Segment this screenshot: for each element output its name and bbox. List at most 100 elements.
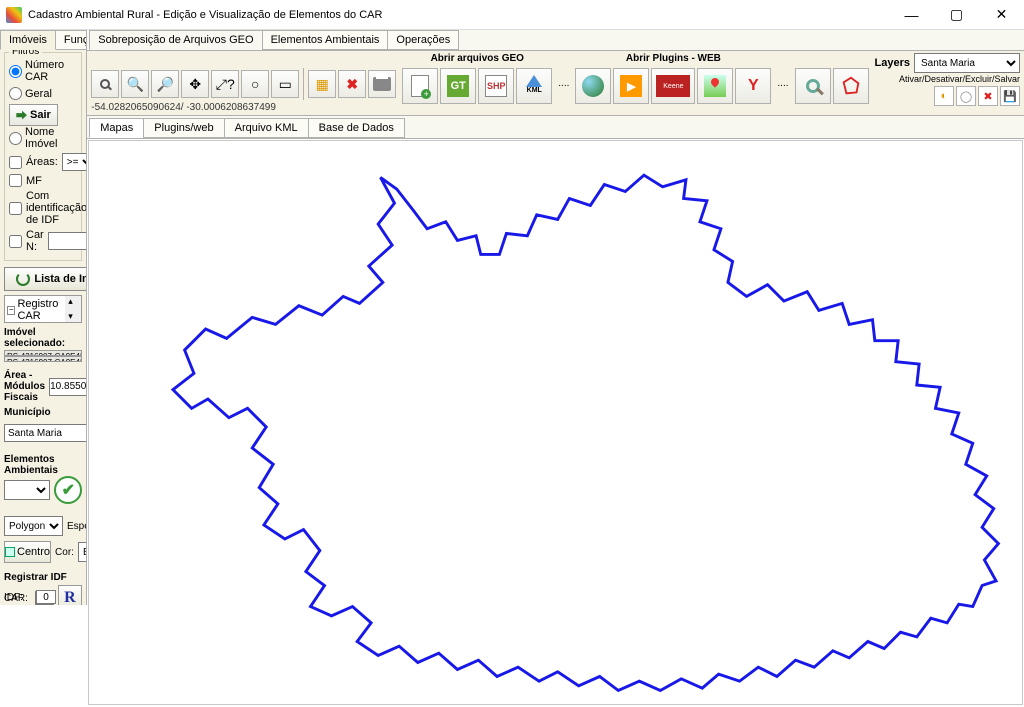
print-button[interactable] [368, 70, 396, 98]
dots-2: .... [777, 78, 788, 89]
select-icon: ▦ [316, 77, 329, 91]
rect-tool-button[interactable]: ▭ [271, 70, 299, 98]
layer-delete-button[interactable]: ✖ [978, 86, 998, 106]
elementos-ok-button[interactable]: ✔ [54, 476, 82, 504]
doc-plus-icon [411, 75, 429, 97]
open-shp-button[interactable]: SHP [478, 68, 514, 104]
circle-tool-button[interactable]: ○ [241, 70, 269, 98]
check-areas[interactable] [9, 156, 22, 169]
globe-plugin-button[interactable] [575, 68, 611, 104]
gt-icon: GT [447, 75, 469, 97]
pan-icon: ✥ [189, 77, 201, 91]
open-file-button[interactable] [402, 68, 438, 104]
check-car-n[interactable] [9, 235, 22, 248]
municipio-input[interactable] [4, 424, 87, 442]
areas-label: Áreas: [26, 156, 58, 168]
radio-nome-imovel[interactable]: Nome Imóvel [9, 126, 67, 150]
circle-icon: ○ [251, 77, 259, 91]
zoom-out-button[interactable]: 🔎 [151, 70, 179, 98]
delete-button[interactable]: ✖ [338, 70, 366, 98]
area-value-1: 10.8550 [49, 378, 87, 396]
reg-idf-value: 0 [36, 590, 56, 604]
lista-imoveis-button[interactable]: Lista de Imóveis Cadastrados [4, 267, 87, 291]
window-title: Cadastro Ambiental Rural - Edição e Visu… [28, 9, 889, 21]
tab-sobreposicao[interactable]: Sobreposição de Arquivos GEO [89, 30, 262, 50]
select-tool-button[interactable]: ▦ [308, 70, 336, 98]
map-tab-base-dados[interactable]: Base de Dados [308, 118, 405, 138]
info-button[interactable]: ⤢? [211, 70, 239, 98]
sair-button[interactable]: ⮕ Sair [9, 104, 58, 126]
pan-button[interactable]: ✥ [181, 70, 209, 98]
gmaps-plugin-button[interactable] [697, 68, 733, 104]
reg-idf-label: IDF: [4, 592, 32, 603]
close-button[interactable]: ✕ [979, 0, 1024, 30]
search-icon [800, 73, 826, 99]
zoom-in-button[interactable]: 🔍 [121, 70, 149, 98]
tree-scrollbar[interactable] [65, 296, 81, 322]
geometry-type-select[interactable]: Polygon [4, 516, 63, 536]
tree-item[interactable]: RS-4316907-6EBF9E98FAB34CE08B1 [29, 322, 79, 323]
right-panel: Sobreposição de Arquivos GEO Elementos A… [87, 30, 1024, 605]
mf-label: MF [26, 175, 42, 187]
tree-view[interactable]: − Registro CAR RS-4316907-6EBF9E98FAB34C… [4, 295, 82, 323]
selected-value-2: RS-4316907-CA9E43D1BD7C40D1A4B43E535AE66… [4, 356, 82, 362]
gmaps-icon [704, 75, 726, 97]
app-icon [6, 7, 22, 23]
elementos-select[interactable] [4, 480, 50, 500]
radio-geral-input[interactable] [9, 87, 22, 100]
refresh-icon [16, 272, 30, 286]
tab-imoveis[interactable]: Imóveis [0, 30, 56, 50]
layers-select[interactable]: Santa Maria [914, 53, 1020, 73]
toolbar: 🔍 🔎 ✥ ⤢? ○ ▭ ▦ ✖ -54.0282065090624/ -30.… [87, 51, 1024, 116]
zoom-extent-button[interactable] [91, 70, 119, 98]
layer-save-button[interactable]: 💾 [1000, 86, 1020, 106]
abrir-plugins-label: Abrir Plugins - WEB [575, 53, 771, 66]
selected-label: Imóvel selecionado: [4, 327, 82, 349]
minimize-button[interactable]: — [889, 0, 934, 30]
abrir-geo-label: Abrir arquivos GEO [402, 53, 552, 66]
search-map-button[interactable] [795, 68, 831, 104]
radio-numero-car-input[interactable] [9, 65, 22, 78]
coords-display: -54.0282065090624/ -30.0006208637499 [91, 102, 396, 113]
left-panel: Imóveis Funções Filtros Número CAR Geral… [0, 30, 87, 605]
globe-plugin-icon [582, 75, 604, 97]
open-gt-button[interactable]: GT [440, 68, 476, 104]
radio-nome-imovel-input[interactable] [9, 132, 22, 145]
polygon-icon [838, 73, 864, 99]
shp-icon: SHP [485, 75, 507, 97]
layers-label: Layers [875, 57, 910, 69]
cor-select[interactable]: Branca [78, 542, 87, 562]
espessura-label: Espessura [67, 521, 87, 532]
keene-icon: Keene [656, 75, 690, 97]
layer-toggle-button[interactable]: ◐ [934, 86, 954, 106]
tab-elementos-ambientais[interactable]: Elementos Ambientais [262, 30, 389, 50]
map-canvas[interactable] [88, 140, 1023, 705]
centro-button[interactable]: Centro [4, 541, 51, 563]
title-bar: Cadastro Ambiental Rural - Edição e Visu… [0, 0, 1024, 30]
tab-operacoes[interactable]: Operações [387, 30, 459, 50]
layers-sublabel: Ativar/Desativar/Excluir/Salvar [875, 74, 1020, 84]
areas-op-select[interactable]: >= [62, 153, 87, 171]
tab-funcoes[interactable]: Funções [55, 30, 87, 50]
layer-hide-button[interactable]: ◯ [956, 86, 976, 106]
car-n-input[interactable] [48, 232, 88, 250]
keene-plugin-button[interactable]: Keene [651, 68, 695, 104]
check-mf[interactable] [9, 174, 22, 187]
yandex-plugin-button[interactable]: Y [735, 68, 771, 104]
zoom-in-icon: 🔍 [127, 77, 144, 91]
map-tab-kml[interactable]: Arquivo KML [224, 118, 309, 138]
maximize-button[interactable]: ▢ [934, 0, 979, 30]
bing-plugin-button[interactable]: ▶ [613, 68, 649, 104]
yandex-icon: Y [742, 75, 764, 97]
check-idf[interactable] [9, 202, 22, 215]
open-kml-button[interactable]: KML [516, 68, 552, 104]
radio-numero-car[interactable]: Número CAR [9, 59, 67, 83]
tree-collapse-icon[interactable]: − [7, 306, 15, 315]
map-tab-plugins[interactable]: Plugins/web [143, 118, 224, 138]
polygon-outline-button[interactable] [833, 68, 869, 104]
map-tab-mapas[interactable]: Mapas [89, 118, 144, 138]
municipality-outline [173, 175, 998, 690]
centro-icon [5, 547, 15, 557]
radio-geral[interactable]: Geral [9, 87, 52, 100]
idf-label: Com identificação de IDF [26, 190, 87, 226]
